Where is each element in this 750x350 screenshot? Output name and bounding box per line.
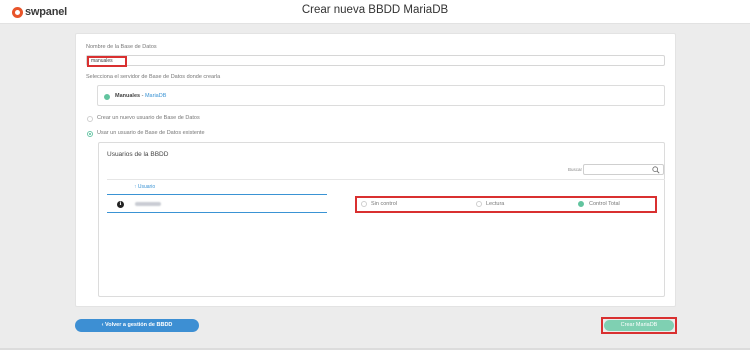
permission-control-total-label[interactable]: Control Total <box>589 201 620 207</box>
search-icon[interactable] <box>652 166 660 174</box>
user-name-redacted <box>135 202 161 206</box>
permission-sin-control-label[interactable]: Sin control <box>371 201 397 207</box>
permission-radio-sin-control[interactable] <box>361 201 367 207</box>
form-card: Nombre de la Base de Datos manuales Sele… <box>75 33 676 307</box>
back-to-db-management-button[interactable]: ‹ Volver a gestión de BBDD <box>75 319 199 332</box>
info-icon[interactable]: i <box>117 201 124 208</box>
permission-radio-control-total[interactable] <box>578 201 584 207</box>
table-header-divider <box>107 179 665 180</box>
db-name-value[interactable]: manuales <box>87 56 127 67</box>
db-name-field[interactable] <box>86 55 665 66</box>
server-select-label: Selecciona el servidor de Base de Datos … <box>86 74 221 80</box>
server-radio[interactable] <box>104 94 110 100</box>
new-user-radio[interactable] <box>87 116 93 122</box>
server-engine: MariaDB <box>144 93 167 99</box>
create-mariadb-button[interactable]: Crear MariaDB <box>604 320 674 331</box>
server-option-box[interactable] <box>97 85 665 106</box>
users-panel-title: Usuarios de la BBDD <box>107 151 169 158</box>
search-label: Buscar <box>568 167 583 172</box>
new-user-option-label[interactable]: Crear un nuevo usuario de Base de Datos <box>97 115 200 121</box>
user-row-underline <box>107 212 327 213</box>
permission-radio-lectura[interactable] <box>476 201 482 207</box>
server-name: Manuales <box>115 93 141 99</box>
server-option-label: Manuales - MariaDB <box>115 93 166 99</box>
page-title: Crear nueva BBDD MariaDB <box>301 4 449 16</box>
db-name-label: Nombre de la Base de Datos <box>86 44 157 50</box>
users-panel <box>98 142 665 297</box>
existing-user-radio[interactable] <box>87 131 93 137</box>
top-bar: swpanel Crear nueva BBDD MariaDB <box>0 0 750 24</box>
existing-user-option-label[interactable]: Usar un usuario de Base de Datos existen… <box>97 130 205 136</box>
permission-lectura-label[interactable]: Lectura <box>486 201 504 207</box>
column-header-underline <box>107 194 327 195</box>
search-input[interactable] <box>583 164 664 175</box>
column-header-user[interactable]: ↑ Usuario <box>134 184 155 190</box>
